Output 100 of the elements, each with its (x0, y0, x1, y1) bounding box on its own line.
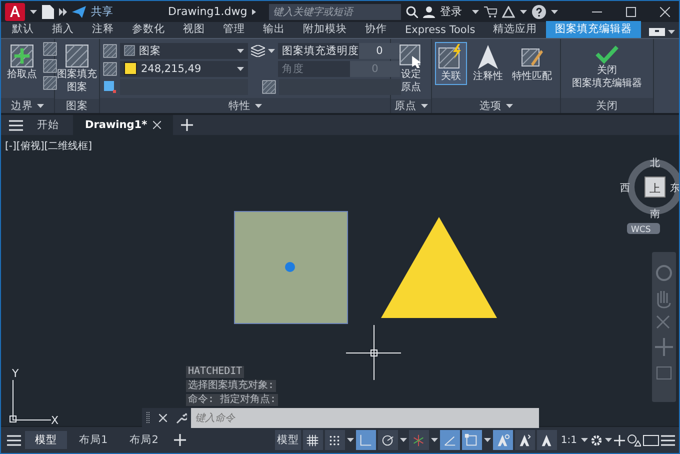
ribbon-tab[interactable]: 注释 (83, 21, 123, 38)
user-icon[interactable] (423, 6, 436, 18)
menu-caret-icon (30, 10, 37, 14)
panel-title[interactable]: 选项 (432, 98, 560, 113)
ribbon-tab[interactable]: 参数化 (123, 21, 174, 38)
search-icon[interactable] (406, 6, 418, 18)
menu-button[interactable] (5, 434, 23, 446)
isodraft-toggle[interactable] (408, 430, 429, 450)
layout-tab[interactable]: 布局1 (69, 431, 118, 449)
wcs-menu[interactable] (627, 223, 660, 234)
ortho-icon (358, 432, 374, 448)
panel-title[interactable]: 原点 (391, 99, 431, 113)
grip-icon[interactable] (146, 412, 150, 424)
scale-icon (262, 80, 276, 94)
share-label[interactable]: 共享 (91, 4, 113, 19)
autoscale-icon (517, 432, 532, 448)
scale-field[interactable] (279, 78, 401, 94)
caret-icon (400, 438, 407, 442)
compass-south[interactable]: 南 (650, 209, 660, 220)
send-icon[interactable] (72, 6, 86, 18)
app-logo[interactable] (5, 2, 25, 20)
more-arrow-icon[interactable] (59, 8, 67, 16)
option-button[interactable]: 注释性 (470, 42, 506, 85)
tracking-toggle[interactable] (440, 430, 460, 450)
arrow-icon[interactable] (252, 8, 256, 14)
compass-north[interactable]: 北 (650, 158, 660, 169)
close-icon[interactable] (660, 6, 670, 16)
annotation-toggle[interactable] (492, 430, 513, 450)
option-button[interactable]: 特性匹配 (509, 42, 555, 85)
compass-west[interactable]: 西 (620, 183, 630, 194)
plus-icon[interactable] (174, 434, 186, 446)
wrench-icon[interactable] (176, 412, 187, 424)
help-icon[interactable] (532, 4, 546, 18)
sign-in-link[interactable]: 登录 (440, 4, 462, 19)
gear-icon[interactable] (590, 434, 603, 446)
ribbon-tab[interactable]: 精选应用 (484, 21, 546, 38)
option-button[interactable]: 关联 (435, 42, 467, 85)
panel-title[interactable]: 边界 (1, 98, 54, 113)
close-editor-button[interactable]: 关闭 图案填充编辑器 (569, 42, 645, 92)
caret-icon (506, 104, 512, 108)
polar-toggle[interactable] (378, 430, 398, 450)
osnap-toggle[interactable] (462, 430, 482, 450)
customize-icon[interactable] (661, 434, 675, 446)
ribbon-tab[interactable]: 附加模块 (294, 21, 356, 38)
search-field[interactable]: 键入关键字或短语 (269, 4, 402, 20)
isolate-icon[interactable] (627, 434, 641, 446)
model-space-button[interactable]: 模型 (274, 430, 301, 450)
annoscale-toggle[interactable] (536, 430, 557, 450)
layers-icon[interactable] (251, 44, 265, 56)
plus-icon[interactable] (181, 119, 194, 131)
osnap-icon (464, 432, 480, 448)
plus-icon[interactable] (614, 434, 625, 446)
caret-icon (237, 66, 244, 70)
ribbon-tab[interactable]: 视图 (174, 21, 214, 38)
command-input[interactable]: 键入命令 (191, 408, 539, 428)
viewport-label[interactable]: [-][俯视][二维线框] (5, 139, 92, 153)
maximize-icon[interactable] (626, 6, 636, 16)
close-icon[interactable] (153, 121, 162, 129)
menu-icon[interactable] (9, 120, 23, 130)
ribbon-tab[interactable]: 默认 (3, 21, 43, 38)
ortho-toggle[interactable] (356, 430, 376, 450)
ribbon-tab[interactable]: 输出 (254, 21, 294, 38)
cart-icon[interactable] (484, 6, 498, 18)
transparency-field[interactable]: 图案填充透明度 0 (278, 42, 400, 58)
caret-icon (37, 104, 44, 108)
file-tab[interactable]: Drawing1* (73, 115, 174, 135)
caret-icon (605, 438, 612, 442)
grid-toggle[interactable] (302, 430, 323, 450)
panel-title: 关闭 (561, 98, 653, 113)
ribbon-tab[interactable]: Express Tools (396, 23, 484, 38)
remove-boundary-icon (43, 59, 57, 73)
file-name: Drawing1.dwg (168, 5, 248, 18)
panel-title[interactable]: 特性 (100, 98, 390, 113)
ribbon-tab[interactable]: 插入 (43, 21, 83, 38)
layout-tab[interactable]: 布局2 (120, 431, 168, 449)
pick-points-button[interactable]: 拾取点 (4, 42, 40, 83)
document-icon[interactable] (42, 4, 54, 18)
grip-point[interactable] (285, 262, 295, 272)
pattern-type-dropdown[interactable]: 图案 (120, 42, 248, 58)
layout-tab[interactable]: 模型 (25, 431, 67, 449)
hatch-pattern-button[interactable]: 图案填充 图案 (54, 42, 100, 96)
file-tab[interactable]: 开始 (25, 115, 71, 135)
color-dropdown[interactable]: 248,215,49 (120, 60, 248, 76)
viewcube-face[interactable] (644, 176, 666, 198)
grid-icon (305, 432, 320, 448)
polar-icon (380, 432, 396, 448)
autoscale-toggle[interactable] (514, 430, 535, 450)
caret-icon (668, 30, 676, 34)
minimize-icon[interactable] (592, 10, 602, 12)
fullscreen-icon[interactable] (643, 434, 659, 446)
select-objects-icon (43, 42, 57, 56)
annotative-icon (475, 44, 501, 70)
letter-a-icon (10, 6, 20, 17)
viewcube-face-label: 上 (650, 182, 660, 195)
recreate-boundary-icon (43, 76, 57, 90)
annotation-scale-button[interactable]: 1:1 (558, 434, 579, 446)
close-icon[interactable] (159, 414, 167, 422)
ribbon-tab[interactable]: 管理 (214, 21, 254, 38)
ribbon-tab[interactable]: 协作 (356, 21, 396, 38)
snap-toggle[interactable] (324, 430, 345, 450)
